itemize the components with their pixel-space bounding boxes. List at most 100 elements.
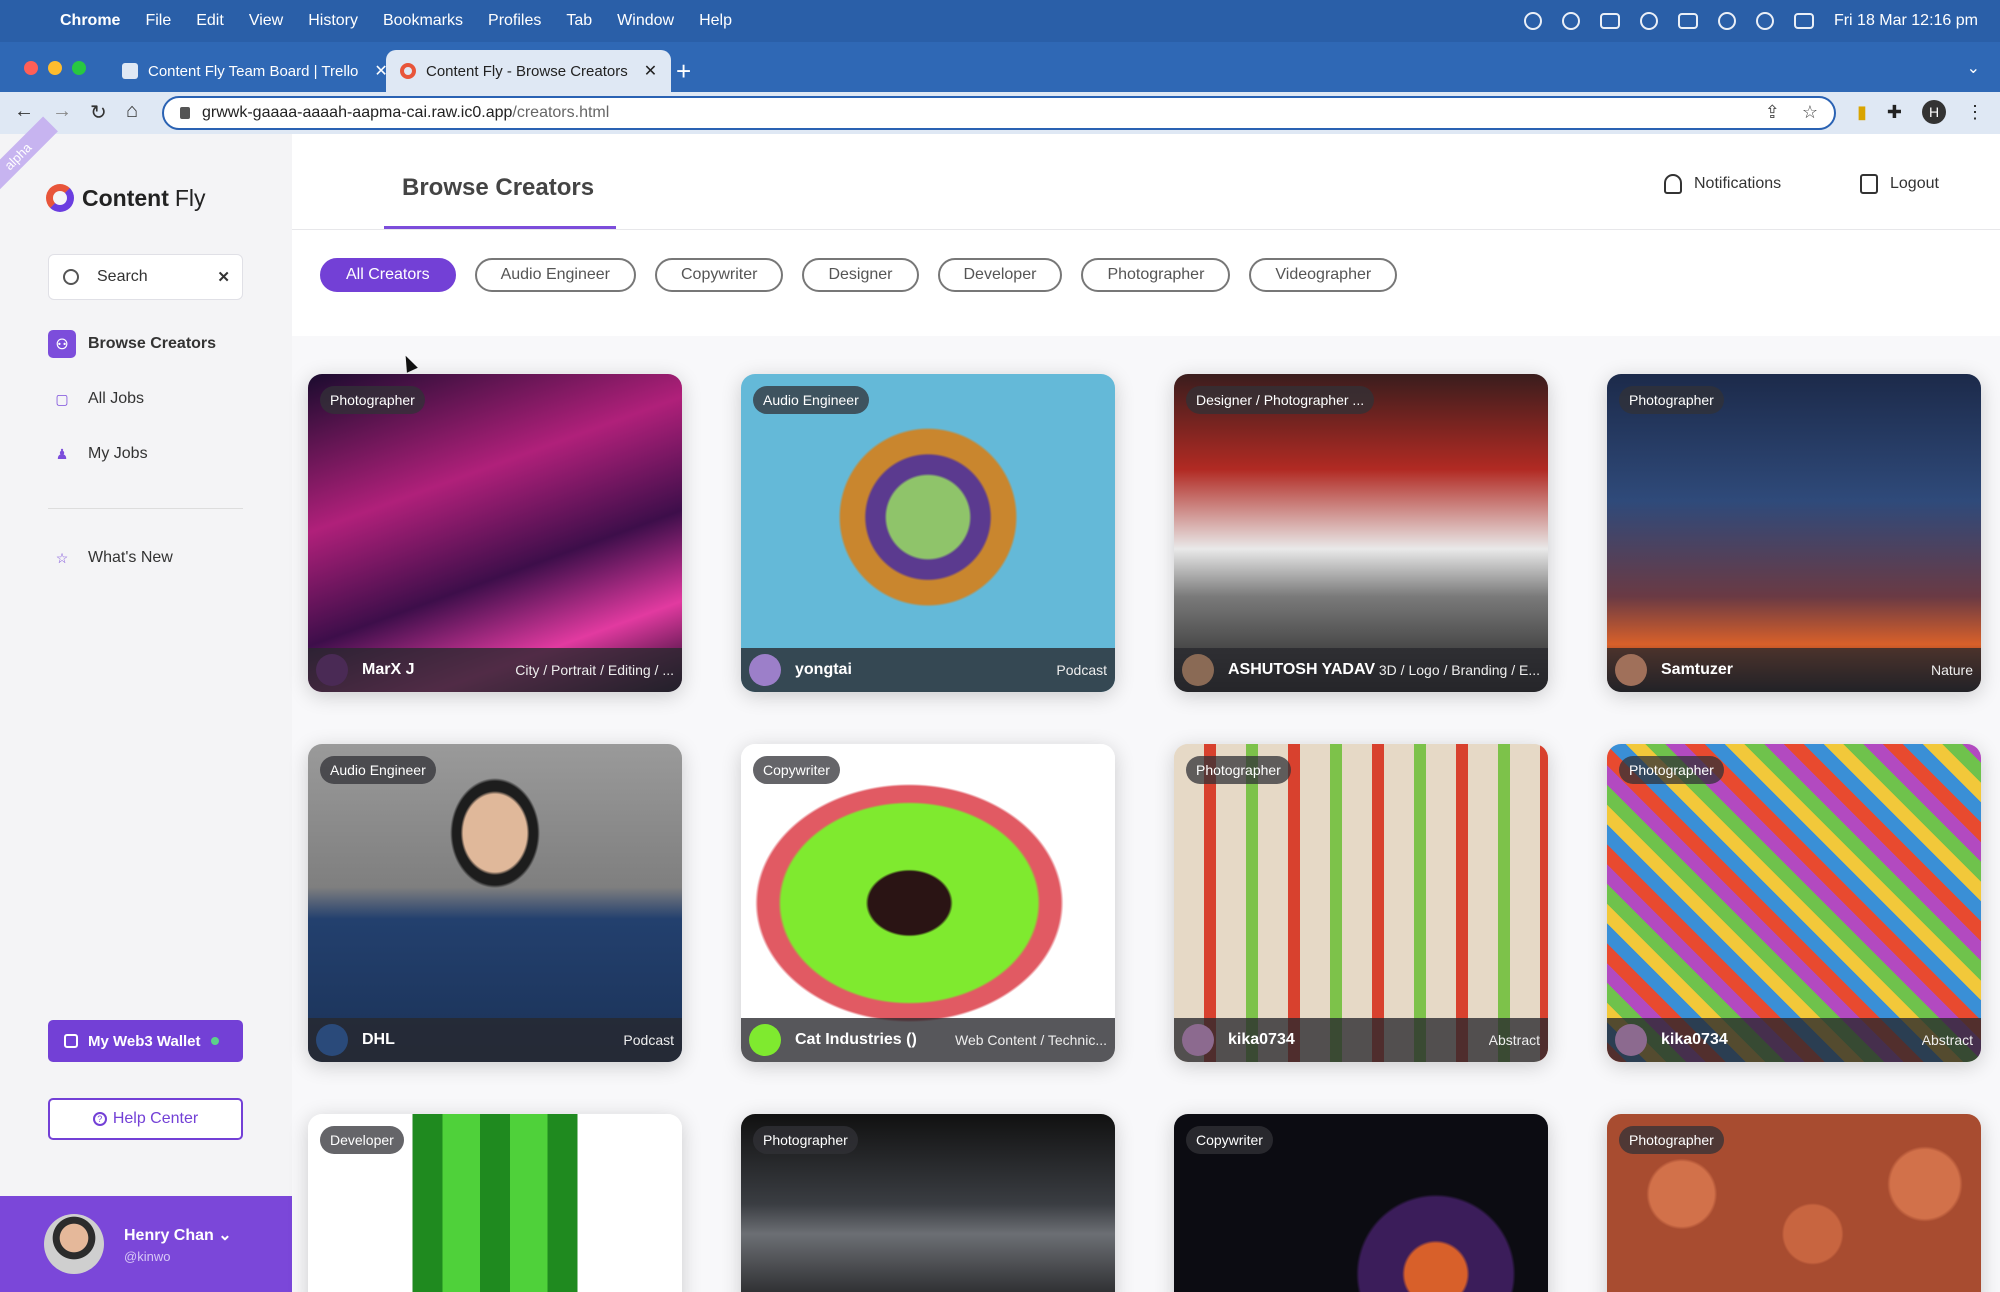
browser-tab-strip: Content Fly Team Board | Trello ✕ Conten…: [0, 42, 2000, 92]
notifications-button[interactable]: Notifications: [1664, 174, 1781, 194]
creator-cover-image: [308, 744, 682, 1062]
category-filters: All Creators Audio Engineer Copywriter D…: [320, 258, 1398, 292]
sidebar-item-whats-new[interactable]: ☆ What's New: [48, 542, 173, 574]
creator-card[interactable]: Copywriter Cat Industries () Web Content…: [741, 744, 1115, 1062]
role-badge: Photographer: [320, 386, 425, 414]
cloud-icon[interactable]: [1599, 13, 1620, 29]
sidebar-item-label: All Jobs: [88, 390, 145, 407]
card-footer: kika0734 Abstract: [1607, 1018, 1981, 1062]
profile-avatar[interactable]: H: [1922, 100, 1946, 124]
creator-card[interactable]: Photographer kika0734 Abstract: [1174, 744, 1548, 1062]
sidebar-item-all-jobs[interactable]: ▢ All Jobs: [48, 383, 216, 415]
role-badge: Audio Engineer: [320, 756, 436, 784]
wallet-icon: [64, 1034, 78, 1048]
filter-audio-engineer[interactable]: Audio Engineer: [474, 258, 636, 292]
creator-tags: Nature: [1930, 662, 1973, 678]
filter-copywriter[interactable]: Copywriter: [655, 258, 784, 292]
creator-name: DHL: [362, 1031, 395, 1048]
creator-cover-image: [1607, 744, 1981, 1062]
creator-card[interactable]: Designer / Photographer ... ASHUTOSH YAD…: [1174, 374, 1548, 692]
star-icon: ☆: [55, 549, 69, 566]
filter-developer[interactable]: Developer: [937, 258, 1063, 292]
help-center-button[interactable]: ? Help Center: [48, 1098, 243, 1140]
menubar-clock[interactable]: Fri 18 Mar 12:16 pm: [1834, 12, 1978, 30]
menu-view[interactable]: View: [249, 12, 283, 30]
filter-all-creators[interactable]: All Creators: [320, 258, 456, 292]
menu-help[interactable]: Help: [699, 12, 732, 30]
tab-trello[interactable]: Content Fly Team Board | Trello ✕: [108, 50, 402, 92]
sidebar-item-browse-creators[interactable]: ⚇ Browse Creators: [48, 328, 216, 360]
creator-card[interactable]: Audio Engineer DHL Podcast: [308, 744, 682, 1062]
creator-card[interactable]: Copywriter: [1174, 1114, 1548, 1292]
extension-icon[interactable]: ▮: [1857, 102, 1867, 123]
creator-card[interactable]: Audio Engineer yongtai Podcast: [741, 374, 1115, 692]
web3-wallet-button[interactable]: My Web3 Wallet: [48, 1020, 243, 1062]
creator-cover-image: [741, 744, 1115, 1062]
chevron-down-icon[interactable]: ⌄: [218, 1227, 231, 1244]
close-tab-icon[interactable]: ✕: [644, 61, 657, 81]
close-window-button[interactable]: [24, 61, 38, 75]
filter-photographer[interactable]: Photographer: [1081, 258, 1231, 292]
password-icon[interactable]: [1561, 12, 1580, 30]
creator-card[interactable]: Photographer MarX J City / Portrait / Ed…: [308, 374, 682, 692]
logo-text-light: Fly: [174, 184, 206, 211]
role-badge: Designer / Photographer ...: [1186, 386, 1375, 414]
user-menu[interactable]: Henry Chan ⌄ @kinwo: [0, 1196, 292, 1292]
forward-arrow-icon[interactable]: →: [52, 100, 72, 123]
avatar: [316, 654, 348, 686]
chrome-menu-icon[interactable]: ⋮: [1966, 102, 1984, 123]
url-host: grwwk-gaaaa-aaaah-aapma-cai.raw.ic0.app: [202, 104, 513, 121]
creator-card[interactable]: Photographer Samtuzer Nature: [1607, 374, 1981, 692]
briefcase-icon: ▢: [55, 390, 69, 407]
menu-file[interactable]: File: [145, 12, 171, 30]
screen-record-icon[interactable]: [1523, 12, 1542, 30]
role-badge: Photographer: [753, 1126, 858, 1154]
logout-button[interactable]: Logout: [1860, 174, 1939, 194]
sidebar-item-my-jobs[interactable]: ♟ My Jobs: [48, 438, 216, 470]
menu-bookmarks[interactable]: Bookmarks: [383, 12, 463, 30]
menu-app-name[interactable]: Chrome: [60, 12, 120, 30]
user-handle: @kinwo: [124, 1248, 171, 1264]
spotlight-icon[interactable]: [1755, 12, 1774, 30]
creator-card[interactable]: Photographer: [741, 1114, 1115, 1292]
lock-icon[interactable]: [180, 107, 190, 119]
role-badge: Photographer: [1619, 756, 1724, 784]
minimize-window-button[interactable]: [48, 61, 62, 75]
address-bar[interactable]: grwwk-gaaaa-aaaah-aapma-cai.raw.ic0.app …: [162, 96, 1836, 130]
card-footer: Cat Industries () Web Content / Technic.…: [741, 1018, 1115, 1062]
creator-card[interactable]: Photographer kika0734 Abstract: [1607, 744, 1981, 1062]
filter-designer[interactable]: Designer: [802, 258, 919, 292]
role-badge: Photographer: [1619, 386, 1724, 414]
new-tab-icon[interactable]: +: [676, 56, 691, 87]
menu-history[interactable]: History: [308, 12, 358, 30]
creator-card[interactable]: Developer: [308, 1114, 682, 1292]
creator-card[interactable]: Photographer: [1607, 1114, 1981, 1292]
control-center-icon[interactable]: [1793, 13, 1814, 29]
tab-search-chevron-icon[interactable]: ⌄: [1967, 58, 1980, 78]
user-name: Henry Chan ⌄: [124, 1226, 232, 1244]
page-title[interactable]: Browse Creators: [402, 174, 594, 202]
role-badge: Copywriter: [753, 756, 840, 784]
tab-content-fly[interactable]: Content Fly - Browse Creators ✕: [386, 50, 672, 92]
home-icon[interactable]: ⌂: [126, 100, 138, 123]
search-input[interactable]: Search ✕: [48, 254, 243, 300]
menu-edit[interactable]: Edit: [196, 12, 224, 30]
creator-name: Samtuzer: [1661, 661, 1734, 678]
bookmark-star-icon[interactable]: ☆: [1802, 102, 1818, 123]
clear-search-icon[interactable]: ✕: [217, 268, 230, 286]
menu-profiles[interactable]: Profiles: [488, 12, 541, 30]
menu-tab[interactable]: Tab: [566, 12, 592, 30]
filter-videographer[interactable]: Videographer: [1249, 258, 1398, 292]
wifi-icon[interactable]: [1717, 12, 1736, 30]
battery-icon[interactable]: [1677, 13, 1698, 29]
avatar: [1615, 654, 1647, 686]
extensions-puzzle-icon[interactable]: ✚: [1887, 102, 1902, 123]
back-arrow-icon[interactable]: ←: [14, 100, 34, 123]
share-icon[interactable]: ⇪: [1765, 102, 1780, 123]
reload-icon[interactable]: ↻: [90, 100, 107, 125]
avatar: [1182, 1024, 1214, 1056]
bluetooth-icon[interactable]: [1639, 12, 1658, 30]
content-fly-logo[interactable]: Content Fly: [46, 184, 206, 212]
zoom-window-button[interactable]: [72, 61, 86, 75]
menu-window[interactable]: Window: [617, 12, 674, 30]
